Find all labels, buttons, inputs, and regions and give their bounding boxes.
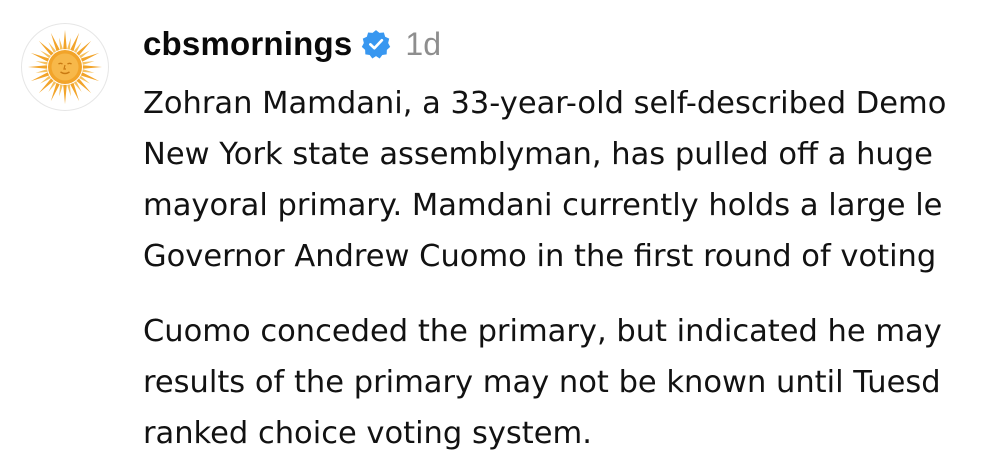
caption-line: results of the primary may not be known … (143, 365, 941, 400)
caption-line: New York state assemblyman, has pulled o… (143, 137, 933, 172)
post-header: cbsmornings 1d (143, 16, 441, 72)
username-link[interactable]: cbsmornings (143, 25, 352, 63)
post-timestamp[interactable]: 1d (405, 26, 441, 63)
sun-logo-icon (28, 30, 102, 104)
caption-line: Zohran Mamdani, a 33-year-old self-descr… (143, 86, 947, 121)
caption-line: ranked choice voting system. (143, 416, 592, 451)
avatar[interactable] (22, 24, 108, 110)
post-caption: Zohran Mamdani, a 33-year-old self-descr… (143, 78, 1000, 459)
caption-line: Governor Andrew Cuomo in the first round… (143, 239, 937, 274)
caption-paragraph-1: Zohran Mamdani, a 33-year-old self-descr… (143, 78, 1000, 282)
caption-line: mayoral primary. Mamdani currently holds… (143, 188, 943, 223)
caption-paragraph-2: Cuomo conceded the primary, but indicate… (143, 306, 1000, 459)
caption-line: Cuomo conceded the primary, but indicate… (143, 314, 942, 349)
comment-post: cbsmornings 1d Zohran Mamdani, a 33-year… (0, 0, 1000, 475)
verified-badge-icon (361, 29, 391, 59)
